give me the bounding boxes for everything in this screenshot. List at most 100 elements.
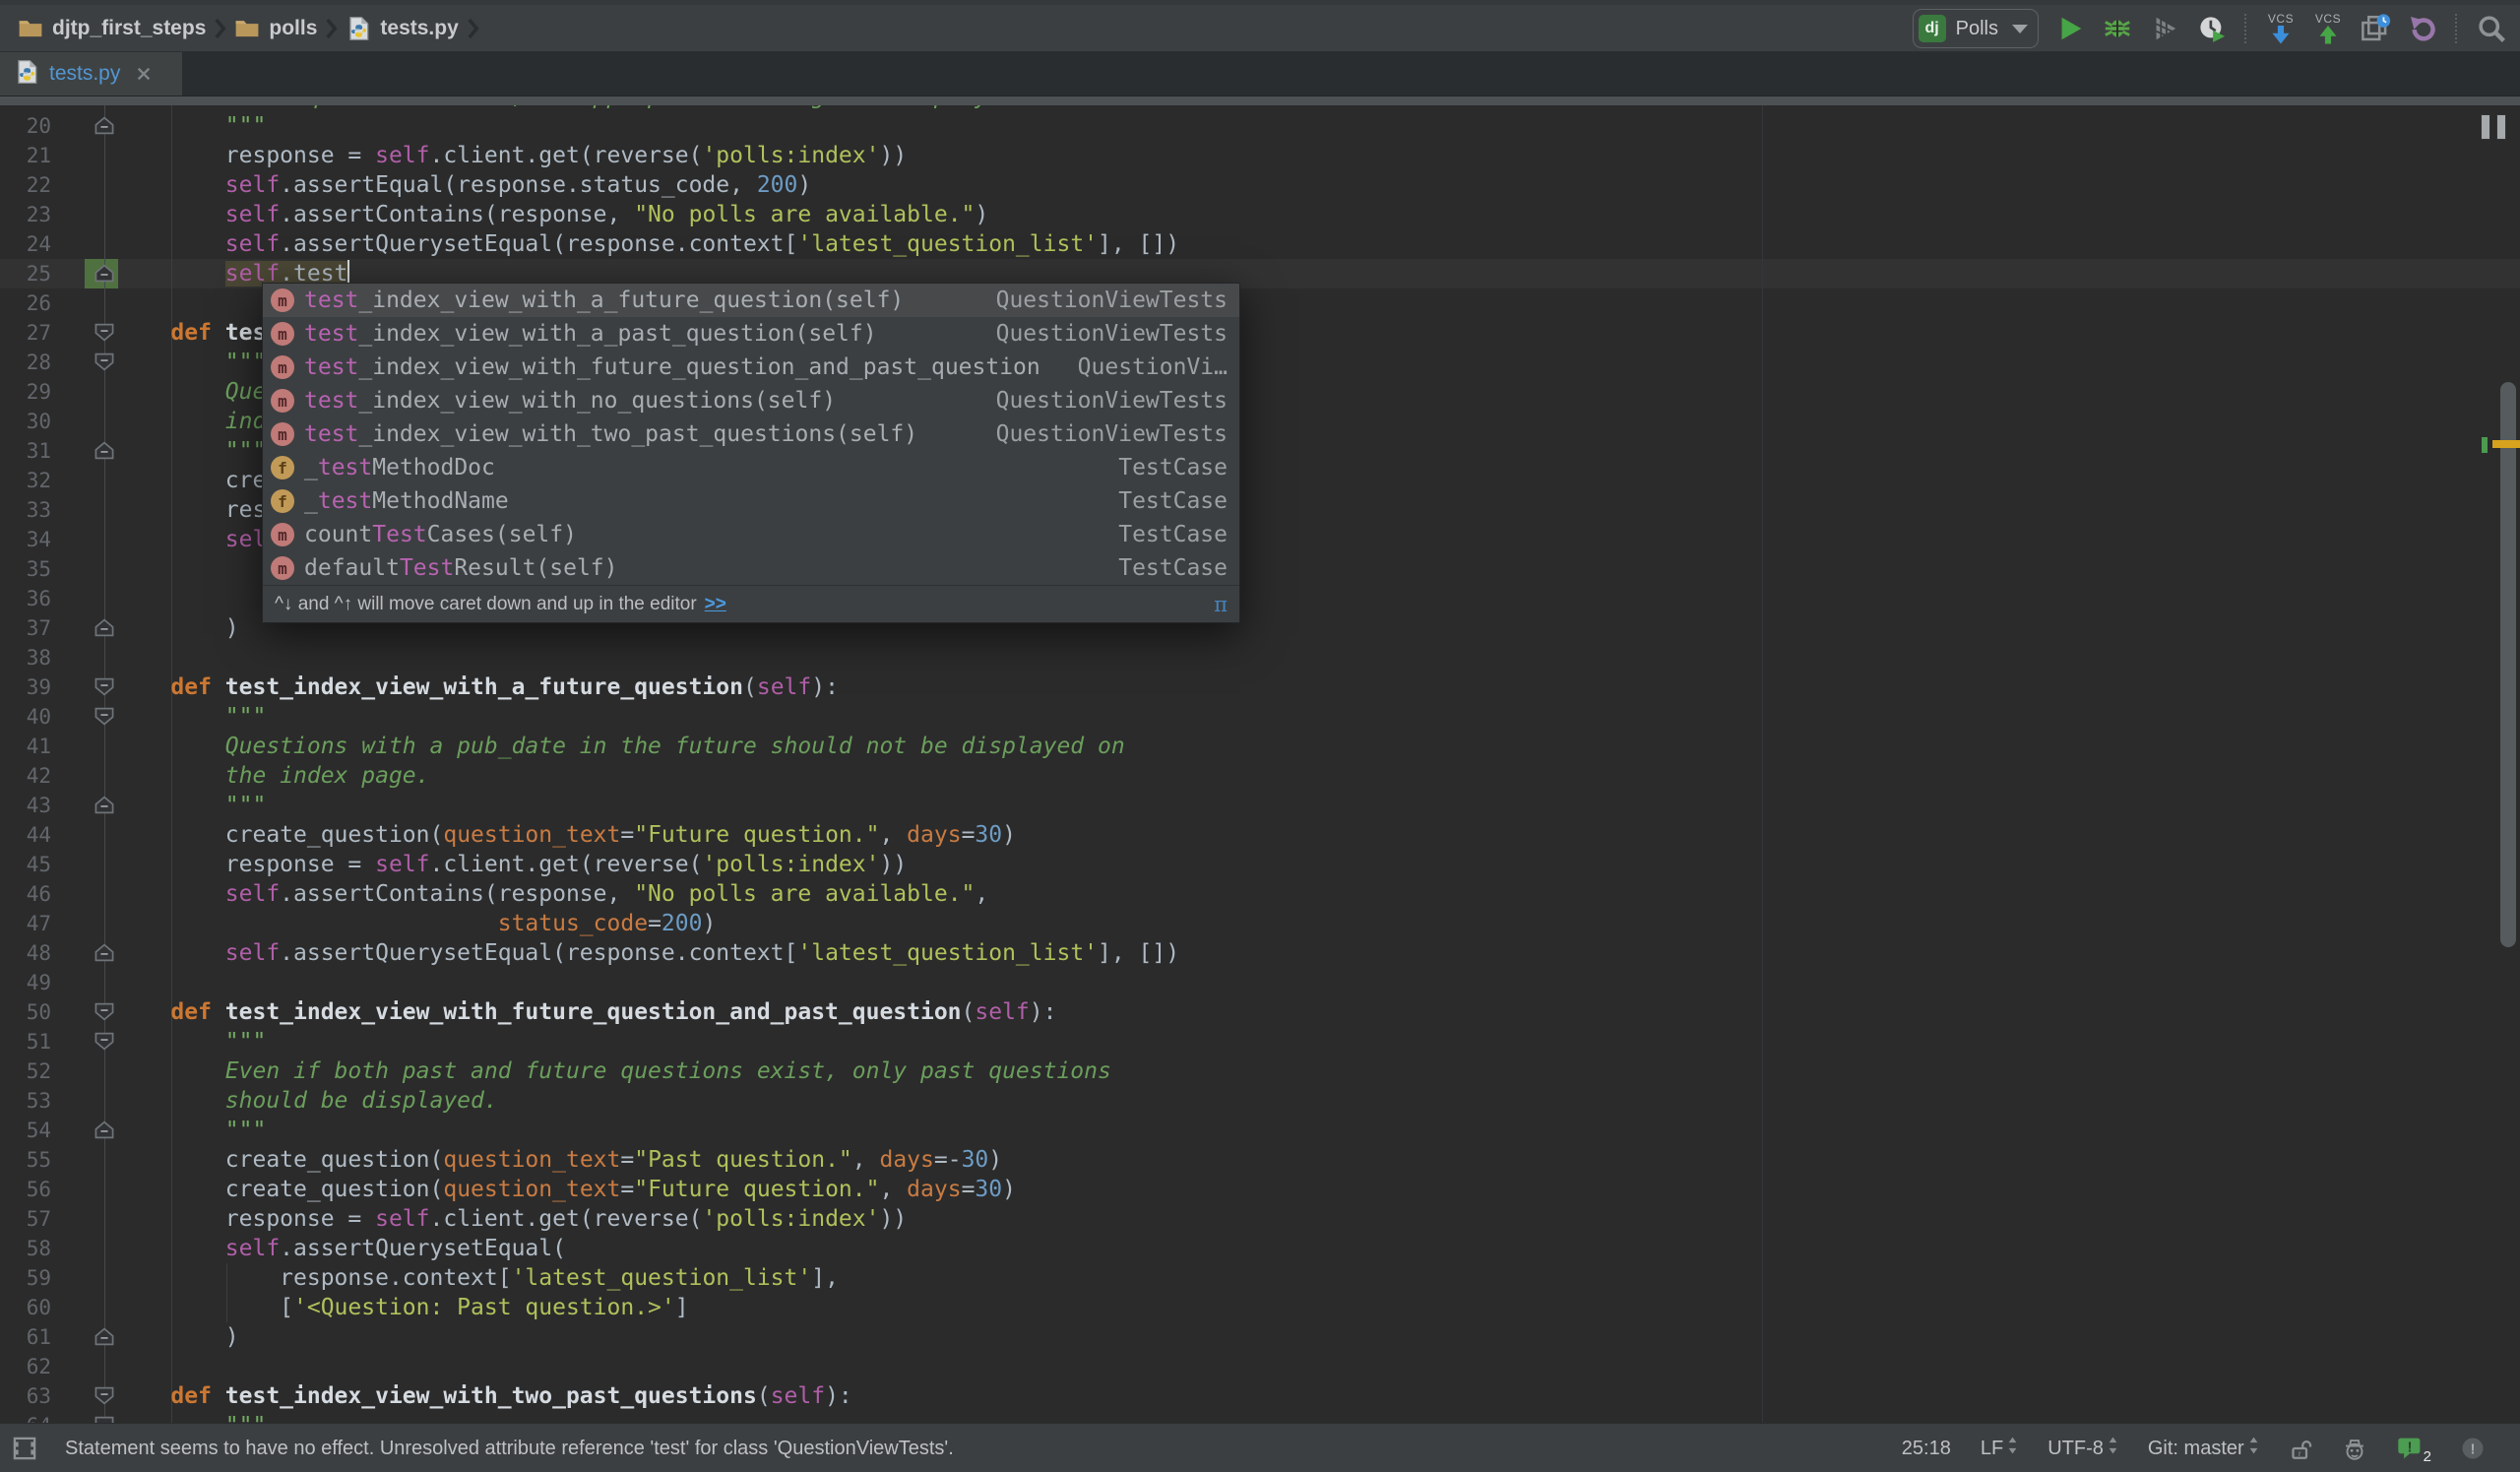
completion-item[interactable]: m test_index_view_with_two_past_questions… (263, 417, 1239, 451)
profiler-button[interactable] (2195, 12, 2229, 45)
vcs-update-button[interactable]: VCS (2264, 12, 2298, 45)
code-line-24[interactable]: self.assertQuerysetEqual(response.contex… (116, 229, 1179, 259)
fold-marker-icon[interactable] (94, 707, 114, 726)
completion-hint-link[interactable]: >> (705, 594, 726, 615)
tab-tests-py[interactable]: tests.py (0, 52, 182, 96)
completion-item[interactable]: f _testMethodDoc TestCase (263, 451, 1239, 484)
code-line-43[interactable]: """ (116, 791, 267, 820)
breadcrumb-item-polls[interactable]: polls (234, 16, 317, 41)
encoding-widget[interactable]: UTF-8 (2048, 1437, 2118, 1460)
breadcrumb-item-tests-py[interactable]: tests.py (346, 16, 459, 41)
code-line-58[interactable]: self.assertQuerysetEqual( (116, 1234, 566, 1263)
fold-marker-icon[interactable] (94, 352, 114, 371)
lock-icon[interactable]: r (2289, 1437, 2312, 1460)
git-branch-widget[interactable]: Git: master (2148, 1437, 2259, 1460)
code-line-63[interactable]: def test_index_view_with_two_past_questi… (116, 1381, 851, 1411)
code-line-57[interactable]: response = self.client.get(reverse('poll… (116, 1204, 907, 1234)
completion-item[interactable]: m countTestCases(self) TestCase (263, 518, 1239, 551)
code-line-46[interactable]: self.assertContains(response, "No polls … (116, 879, 988, 909)
completion-item[interactable]: m test_index_view_with_a_past_question(se… (263, 317, 1239, 351)
fold-marker-icon[interactable] (94, 1032, 114, 1051)
code-line-44[interactable]: create_question(question_text="Future qu… (116, 820, 1016, 850)
code-line-47[interactable]: status_code=200) (116, 909, 717, 938)
toolwindow-switcher-icon[interactable] (12, 1436, 37, 1461)
code-line-51[interactable]: """ (116, 1027, 267, 1056)
code-line-22[interactable]: self.assertEqual(response.status_code, 2… (116, 170, 811, 200)
code-line-59[interactable]: response.context['latest_question_list']… (116, 1263, 839, 1293)
code-line-64[interactable]: """ (116, 1411, 267, 1423)
fold-marker-icon[interactable] (94, 943, 114, 962)
fold-marker-icon[interactable] (94, 264, 114, 283)
method-icon: m (271, 523, 294, 546)
editor-scrollbar[interactable] (2500, 382, 2516, 947)
run-button[interactable] (2053, 12, 2087, 45)
run-config-label: Polls (1955, 17, 1998, 39)
completion-item-origin: QuestionViewTests (995, 288, 1228, 313)
completion-item[interactable]: m defaultTestResult(self) TestCase (263, 551, 1239, 585)
line-separator-widget[interactable]: LF (1981, 1437, 2018, 1460)
error-stripe-warning-mark[interactable] (2492, 440, 2520, 448)
breadcrumb: djtp_first_steps polls tests.py (18, 5, 481, 52)
run-config-selector[interactable]: dj Polls (1912, 9, 2039, 48)
code-line-50[interactable]: def test_index_view_with_future_question… (116, 997, 1056, 1027)
method-icon: m (271, 288, 294, 312)
code-line-23[interactable]: self.assertContains(response, "No polls … (116, 200, 988, 229)
line-number: 42 (26, 764, 51, 788)
folder-icon (18, 16, 43, 41)
vcs-commit-button[interactable]: VCS (2311, 12, 2345, 45)
fold-marker-icon[interactable] (94, 618, 114, 637)
code-line-20[interactable]: """ (116, 111, 267, 141)
completion-item[interactable]: m test_index_view_with_future_question_an… (263, 351, 1239, 384)
fold-marker-icon[interactable] (94, 796, 114, 814)
event-log-notification-icon[interactable]: ! 2 (2397, 1436, 2431, 1465)
search-everywhere-button[interactable] (2475, 12, 2508, 45)
code-line-61[interactable]: ) (116, 1322, 239, 1352)
breadcrumb-item-djtp_first_steps[interactable]: djtp_first_steps (18, 16, 206, 41)
code-line-53[interactable]: should be displayed. (116, 1086, 498, 1116)
fold-marker-icon[interactable] (94, 1386, 114, 1405)
code-line-56[interactable]: create_question(question_text="Future qu… (116, 1175, 1016, 1204)
completion-item[interactable]: m test_index_view_with_a_future_question(… (263, 284, 1239, 317)
completion-item-name: _testMethodDoc (304, 455, 495, 480)
code-line-37[interactable]: ) (116, 613, 239, 643)
code-line-31[interactable]: """ (116, 436, 267, 466)
inspections-paused-icon[interactable] (2481, 114, 2506, 140)
close-tab-icon[interactable] (136, 66, 152, 82)
code-line-54[interactable]: """ (116, 1116, 267, 1145)
fold-marker-icon[interactable] (94, 1327, 114, 1346)
fold-marker-icon[interactable] (94, 1002, 114, 1021)
hector-inspector-icon[interactable] (2342, 1436, 2367, 1461)
code-line-48[interactable]: self.assertQuerysetEqual(response.contex… (116, 938, 1179, 968)
debug-button[interactable] (2101, 12, 2134, 45)
code-line-21[interactable]: response = self.client.get(reverse('poll… (116, 141, 907, 170)
code-line-40[interactable]: """ (116, 702, 267, 732)
editor[interactable]: 20 21 22 23 24 25 26 27 28 29 30 31 32 33 34 35 36 37 38 39… (0, 105, 2520, 1423)
code-line-42[interactable]: the index page. (116, 761, 430, 791)
completion-item-origin: QuestionVi… (1077, 354, 1228, 380)
fold-marker-icon[interactable] (94, 441, 114, 460)
chevron-down-icon (2012, 24, 2028, 33)
fold-marker-icon[interactable] (94, 1120, 114, 1139)
completion-item[interactable]: m test_index_view_with_no_questions(self)… (263, 384, 1239, 417)
line-number: 30 (26, 410, 51, 433)
code-line-41[interactable]: Questions with a pub_date in the future … (116, 732, 1125, 761)
alert-circle-icon[interactable]: ! (2461, 1437, 2485, 1460)
code-line-45[interactable]: response = self.client.get(reverse('poll… (116, 850, 907, 879)
line-number: 31 (26, 439, 51, 463)
fold-marker-icon[interactable] (94, 323, 114, 342)
code-line-52[interactable]: Even if both past and future questions e… (116, 1056, 1111, 1086)
code-line-60[interactable]: ['<Question: Past question.>'] (116, 1293, 688, 1322)
error-stripe-change-mark[interactable] (2482, 437, 2488, 453)
completion-item[interactable]: f _testMethodName TestCase (263, 484, 1239, 518)
code-line-55[interactable]: create_question(question_text="Past ques… (116, 1145, 1002, 1175)
caret-position-widget[interactable]: 25:18 (1902, 1438, 1951, 1460)
fold-marker-icon[interactable] (94, 116, 114, 135)
fold-marker-icon[interactable] (94, 1416, 114, 1423)
completion-item-name: _testMethodName (304, 488, 509, 514)
code-line-28[interactable]: """ (116, 348, 267, 377)
fold-marker-icon[interactable] (94, 677, 114, 696)
recent-changes-button[interactable] (2359, 12, 2392, 45)
run-with-coverage-button[interactable] (2148, 12, 2181, 45)
rollback-button[interactable] (2406, 12, 2439, 45)
code-line-39[interactable]: def test_index_view_with_a_future_questi… (116, 672, 839, 702)
